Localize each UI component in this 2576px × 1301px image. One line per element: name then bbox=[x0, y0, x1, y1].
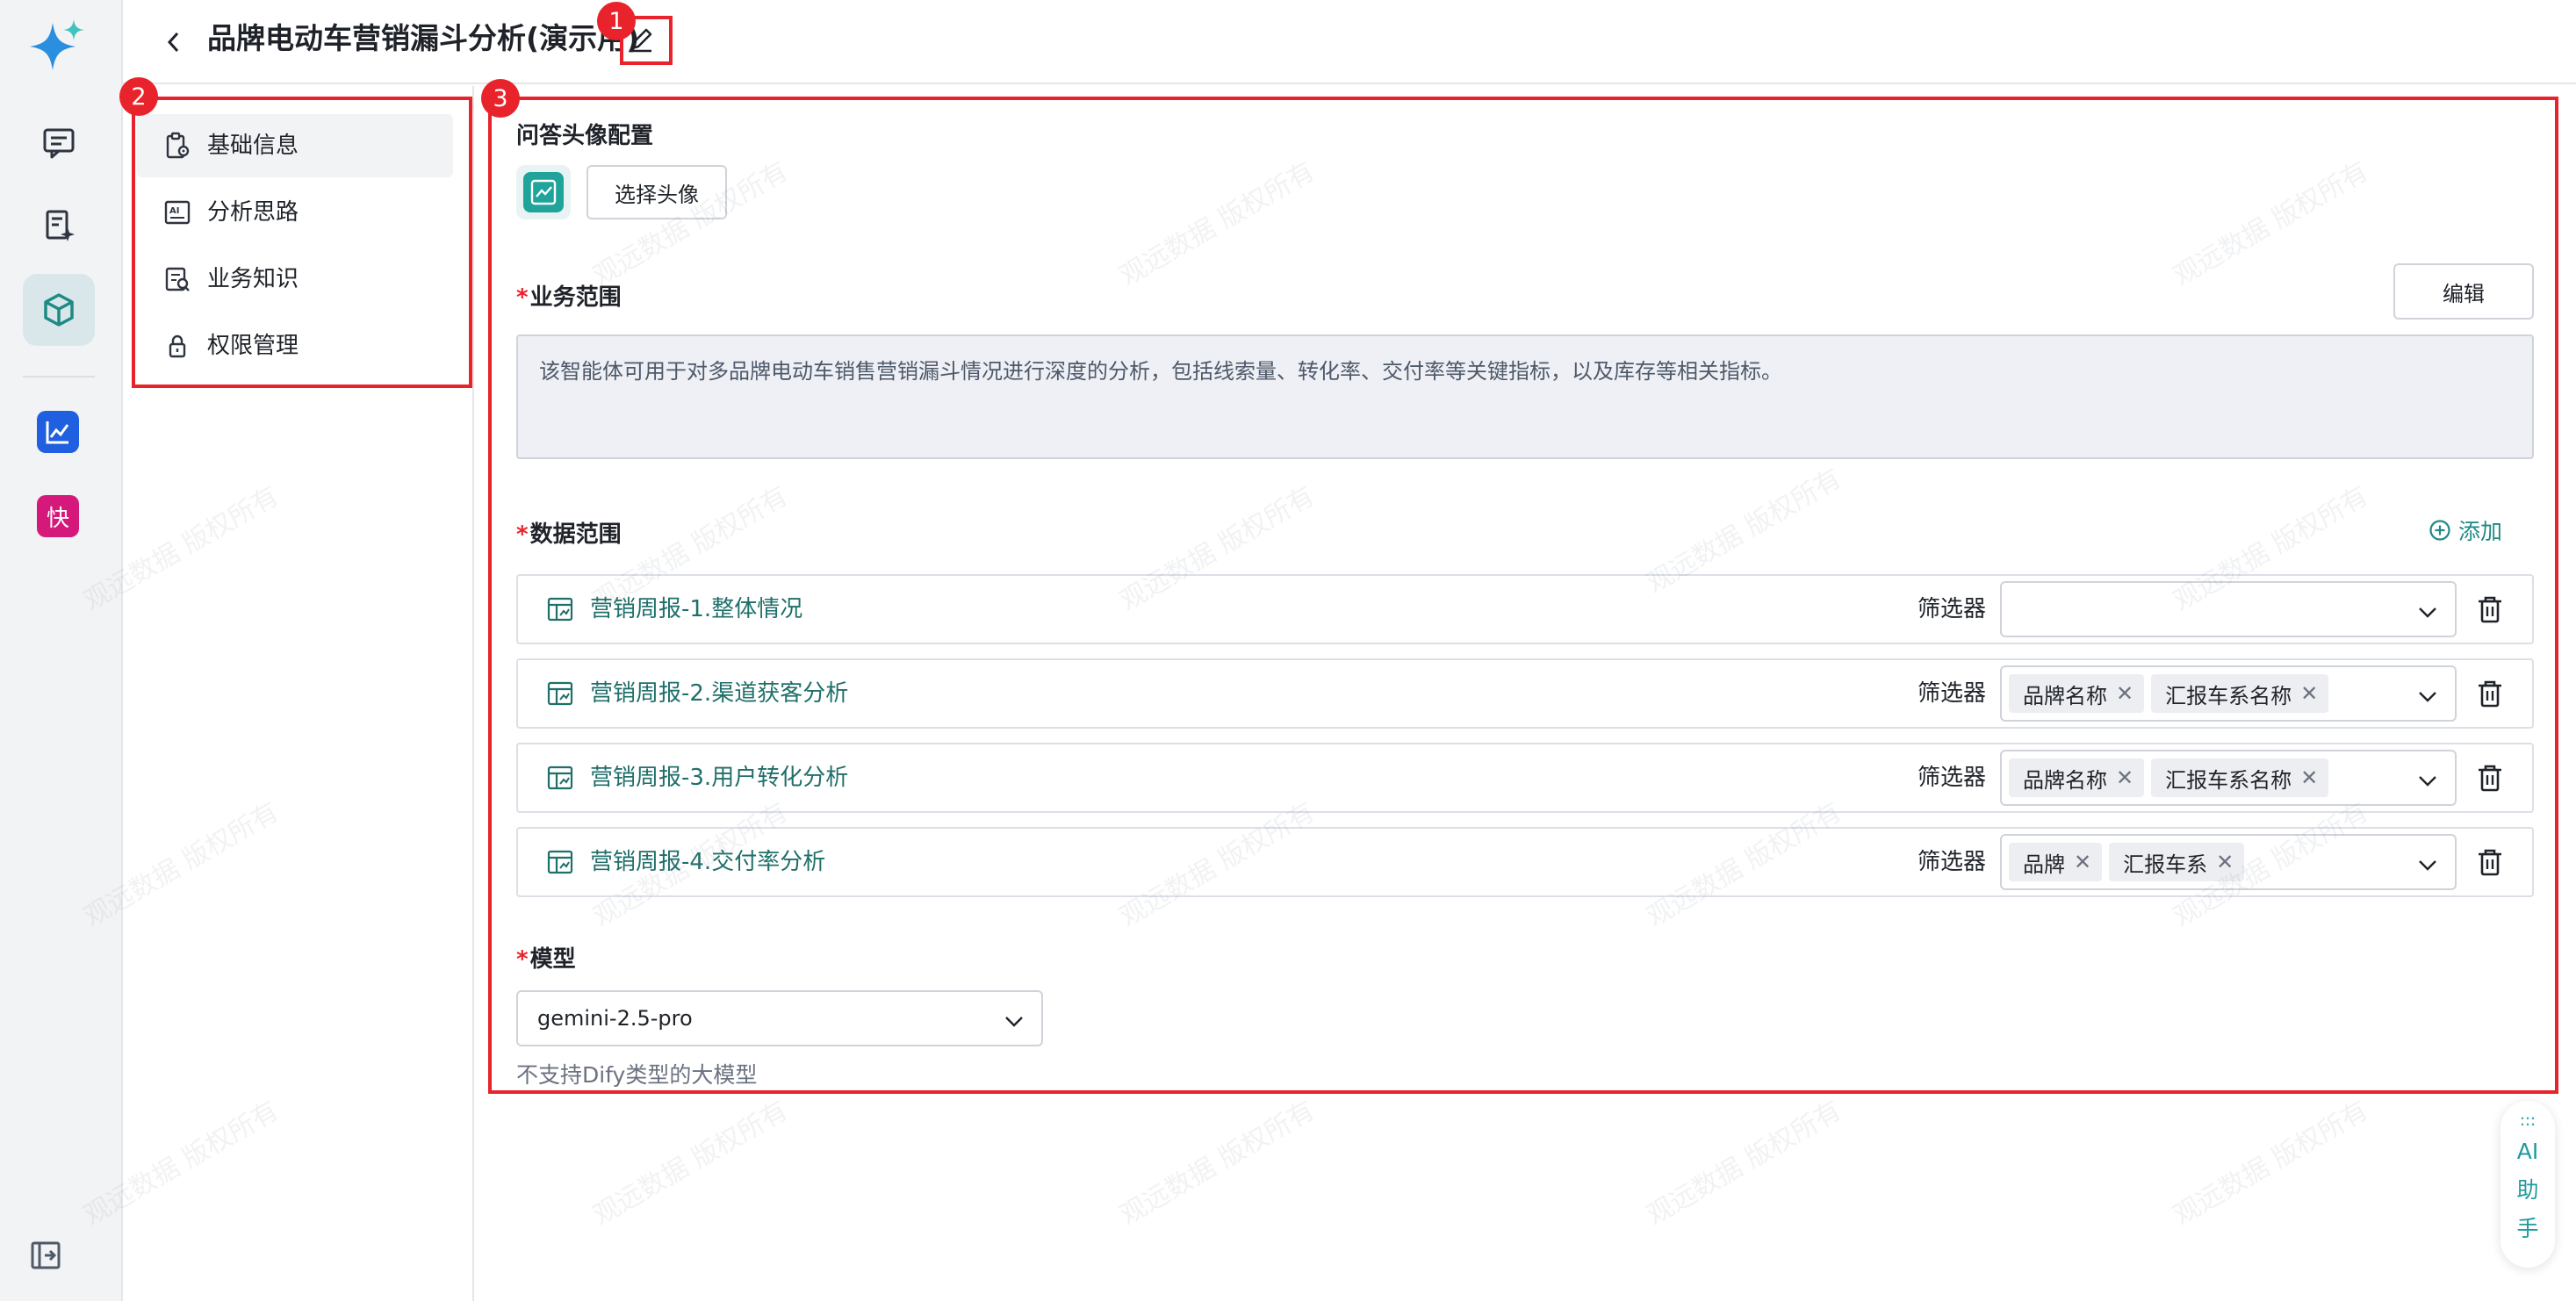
chevron-left-icon bbox=[167, 32, 179, 53]
page-header: 品牌电动车营销漏斗分析(演示用) bbox=[123, 0, 2576, 84]
annotation-box-subnav bbox=[132, 97, 472, 388]
watermark: 观远数据 版权所有 bbox=[1114, 1095, 1320, 1232]
watermark: 观远数据 版权所有 bbox=[587, 1095, 794, 1232]
back-button[interactable] bbox=[155, 23, 193, 61]
chat-icon bbox=[43, 128, 75, 159]
chart-app-icon[interactable] bbox=[37, 411, 79, 453]
ai-assistant-label: AI bbox=[2516, 1139, 2539, 1164]
report-sparkle-icon bbox=[46, 210, 75, 241]
chat-nav-button[interactable] bbox=[23, 107, 95, 179]
sparkle-logo-icon[interactable] bbox=[26, 16, 88, 77]
cube-icon bbox=[44, 293, 74, 327]
left-rail: 快 bbox=[0, 0, 123, 1301]
ai-assistant-label: 助 bbox=[2516, 1177, 2539, 1203]
agent-nav-button[interactable] bbox=[23, 274, 95, 346]
drag-handle-icon: ::: bbox=[2519, 1111, 2536, 1130]
collapse-sidebar-icon[interactable] bbox=[30, 1240, 61, 1271]
annotation-box-content bbox=[488, 97, 2558, 1094]
watermark: 观远数据 版权所有 bbox=[1641, 1095, 1847, 1232]
quick-app-icon[interactable]: 快 bbox=[37, 495, 79, 537]
rail-divider bbox=[23, 376, 95, 377]
annotation-badge: 2 bbox=[119, 77, 158, 116]
watermark: 观远数据 版权所有 bbox=[2168, 1095, 2374, 1232]
annotation-badge: 3 bbox=[481, 79, 520, 118]
report-nav-button[interactable] bbox=[23, 190, 95, 262]
annotation-badge: 1 bbox=[597, 2, 636, 40]
page-title: 品牌电动车营销漏斗分析(演示用) bbox=[207, 21, 640, 55]
ai-assistant-label: 手 bbox=[2516, 1216, 2539, 1241]
ai-assistant-button[interactable]: ::: AI 助 手 bbox=[2500, 1101, 2555, 1268]
